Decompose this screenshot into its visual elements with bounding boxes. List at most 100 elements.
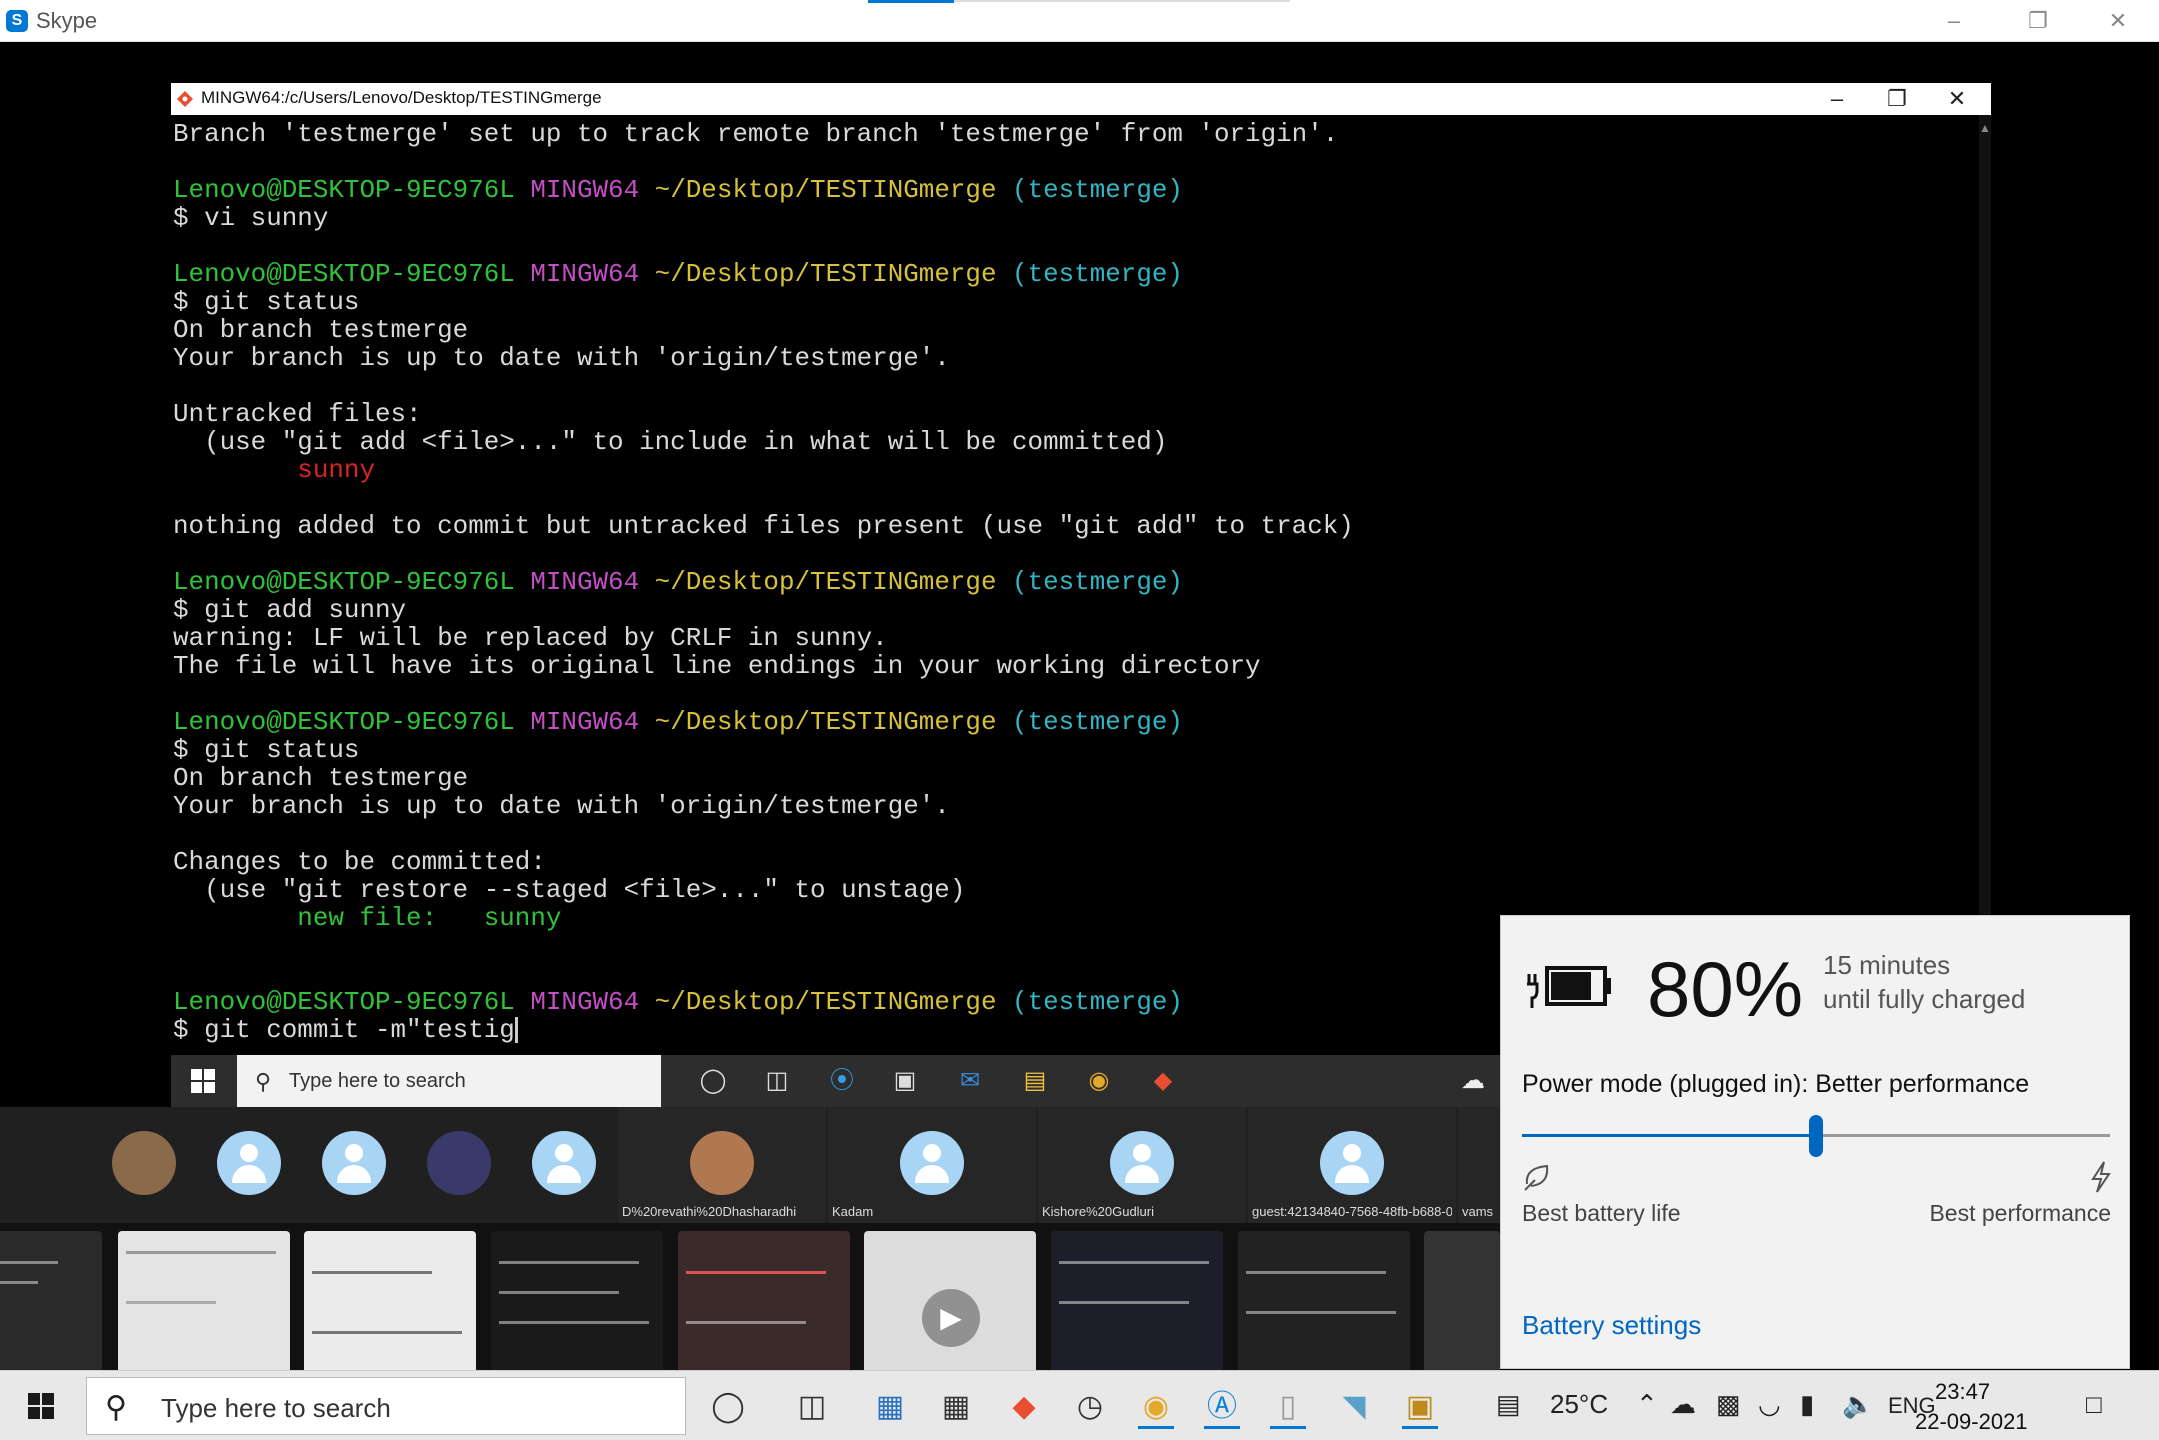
edge-icon[interactable]: ⦿ <box>826 1065 858 1097</box>
terminal-line: Changes to be committed: <box>173 847 546 877</box>
avatar[interactable] <box>217 1131 281 1195</box>
prompt-path: ~/Desktop/TESTINGmerge <box>654 567 997 597</box>
participant-tile[interactable]: guest:42134840-7568-48fb-b688-0... <box>1248 1107 1456 1223</box>
participant-strip: D%20revathi%20Dhasharadhi Kadam Kishore%… <box>0 1107 1500 1223</box>
snipping-tool-icon[interactable]: ◥ <box>1332 1385 1376 1429</box>
prompt-env: MINGW64 <box>530 175 640 205</box>
taskbar-search-placeholder: Type here to search <box>161 1393 391 1423</box>
terminal-line: nothing added to commit but untracked fi… <box>173 511 1354 541</box>
avatar <box>900 1131 964 1195</box>
battery-settings-link[interactable]: Battery settings <box>1522 1310 1701 1341</box>
terminal-line: Your branch is up to date with 'origin/t… <box>173 343 950 373</box>
terminal-minimize-icon[interactable]: – <box>1807 83 1867 115</box>
terminal-output[interactable]: Branch 'testmerge' set up to track remot… <box>171 115 1979 1055</box>
terminal-restore-icon[interactable]: ❐ <box>1867 83 1927 115</box>
weather-icon[interactable]: ▤ <box>1496 1389 1521 1420</box>
participant-name: vams <box>1462 1204 1494 1219</box>
cortana-icon[interactable]: ◯ <box>706 1385 750 1429</box>
prompt-user: Lenovo@DESKTOP-9EC976L <box>173 175 515 205</box>
prompt-user: Lenovo@DESKTOP-9EC976L <box>173 987 515 1017</box>
store-icon[interactable]: ▣ <box>889 1065 921 1097</box>
avatar[interactable] <box>427 1131 491 1195</box>
terminal-line: On branch testmerge <box>173 315 469 345</box>
participant-name: Kadam <box>832 1204 874 1219</box>
prompt-env: MINGW64 <box>530 707 640 737</box>
participant-name: guest:42134840-7568-48fb-b688-0... <box>1252 1204 1452 1219</box>
shared-windows-icon[interactable] <box>191 1069 215 1093</box>
tab-indicator-track <box>954 0 1290 2</box>
participant-tile[interactable]: D%20revathi%20Dhasharadhi <box>618 1107 826 1223</box>
clock-date[interactable]: 22-09-2021 <box>1915 1409 2028 1435</box>
avatar[interactable] <box>532 1131 596 1195</box>
network-app-icon[interactable]: ▦ <box>868 1385 912 1429</box>
onedrive-icon[interactable]: ☁ <box>1670 1389 1696 1420</box>
folder-icon[interactable]: ▤ <box>1019 1065 1051 1097</box>
prompt-path: ~/Desktop/TESTINGmerge <box>654 707 997 737</box>
play-icon[interactable]: ▶ <box>922 1289 980 1347</box>
windows-taskbar: ⚲ Type here to search ◯ ◫ ▦ ▦ ◆ ◷ ◉ Ⓐ ▯ … <box>0 1370 2159 1440</box>
skype-taskbar-icon[interactable]: Ⓐ <box>1200 1385 1244 1429</box>
terminal-line: On branch testmerge <box>173 763 469 793</box>
minimize-icon[interactable]: – <box>1924 4 1984 38</box>
prompt-env: MINGW64 <box>530 567 640 597</box>
git-bash-taskbar-icon[interactable]: ◆ <box>1147 1065 1179 1097</box>
task-view-icon[interactable]: ◫ <box>790 1385 834 1429</box>
cortana-icon[interactable]: ◯ <box>697 1065 729 1097</box>
temperature[interactable]: 25°C <box>1550 1389 1608 1420</box>
shared-taskbar: ⚲ Type here to search ◯ ◫ ⦿ ▣ ✉ ▤ ◉ ◆ ☁ <box>171 1055 1501 1107</box>
battery-icon[interactable]: ▮ <box>1800 1389 1814 1420</box>
wifi-icon[interactable]: ◡ <box>1758 1389 1781 1420</box>
search-icon: ⚲ <box>255 1069 272 1094</box>
battery-flyout: 80% 15 minutes until fully charged Power… <box>1500 915 2130 1369</box>
power-mode-label: Power mode (plugged in): Better performa… <box>1522 1070 2030 1098</box>
mail-icon[interactable]: ✉ <box>954 1065 986 1097</box>
meet-now-icon[interactable]: ▩ <box>1716 1389 1741 1420</box>
shared-search-box[interactable]: ⚲ Type here to search <box>237 1055 661 1107</box>
skype-logo-icon: S <box>6 10 28 32</box>
chrome-icon[interactable]: ◉ <box>1134 1385 1178 1429</box>
avatar[interactable] <box>322 1131 386 1195</box>
avatar <box>690 1131 754 1195</box>
terminal-command: $ vi sunny <box>173 203 329 233</box>
clock-app-icon[interactable]: ◷ <box>1068 1385 1112 1429</box>
clock-time[interactable]: 23:47 <box>1935 1379 1990 1405</box>
prompt-branch: (testmerge) <box>1012 987 1183 1017</box>
calculator-icon[interactable]: ▦ <box>934 1385 978 1429</box>
windows-start-icon[interactable] <box>28 1393 54 1419</box>
task-view-icon[interactable]: ◫ <box>761 1065 793 1097</box>
terminal-prompt: Lenovo@DESKTOP-9EC976L MINGW64 ~/Desktop… <box>173 176 1979 204</box>
notepad-icon[interactable]: ▯ <box>1266 1385 1310 1429</box>
onedrive-icon[interactable]: ☁ <box>1457 1065 1489 1097</box>
battery-percentage: 80% <box>1647 945 1804 1033</box>
power-mode-slider[interactable] <box>1522 1115 2110 1157</box>
prompt-branch: (testmerge) <box>1012 567 1183 597</box>
participant-tile[interactable]: Kadam <box>828 1107 1036 1223</box>
terminal-prompt: Lenovo@DESKTOP-9EC976L MINGW64 ~/Desktop… <box>173 708 1979 736</box>
close-icon[interactable]: ✕ <box>2088 4 2148 38</box>
terminal-window[interactable]: MINGW64:/c/Users/Lenovo/Desktop/TESTINGm… <box>171 83 1991 1055</box>
terminal-close-icon[interactable]: ✕ <box>1927 83 1987 115</box>
prompt-path: ~/Desktop/TESTINGmerge <box>654 259 997 289</box>
active-tab-indicator <box>868 0 954 3</box>
git-icon[interactable]: ◆ <box>1002 1385 1046 1429</box>
participant-tile[interactable]: Kishore%20Gudluri <box>1038 1107 1246 1223</box>
battery-eta-line1: 15 minutes <box>1823 950 1951 980</box>
terminal-titlebar[interactable]: MINGW64:/c/Users/Lenovo/Desktop/TESTINGm… <box>171 83 1991 115</box>
avatar[interactable] <box>112 1131 176 1195</box>
store-icon[interactable]: ▣ <box>1398 1385 1442 1429</box>
terminal-scrollbar[interactable]: ▲ <box>1979 115 1991 1055</box>
restore-icon[interactable]: ❐ <box>2008 4 2068 38</box>
best-performance-label: Best performance <box>1929 1200 2111 1226</box>
notifications-icon[interactable]: □ <box>2086 1389 2102 1420</box>
taskbar-search-box[interactable]: ⚲ Type here to search <box>86 1377 686 1435</box>
untracked-file: sunny <box>173 455 375 485</box>
slider-thumb[interactable] <box>1809 1115 1823 1157</box>
chevron-up-icon[interactable]: ⌃ <box>1636 1389 1658 1420</box>
participant-tile[interactable]: vams <box>1458 1107 1500 1223</box>
chrome-icon[interactable]: ◉ <box>1083 1065 1115 1097</box>
volume-icon[interactable]: 🔈 <box>1842 1389 1874 1420</box>
scroll-up-icon[interactable]: ▲ <box>1979 121 1991 135</box>
